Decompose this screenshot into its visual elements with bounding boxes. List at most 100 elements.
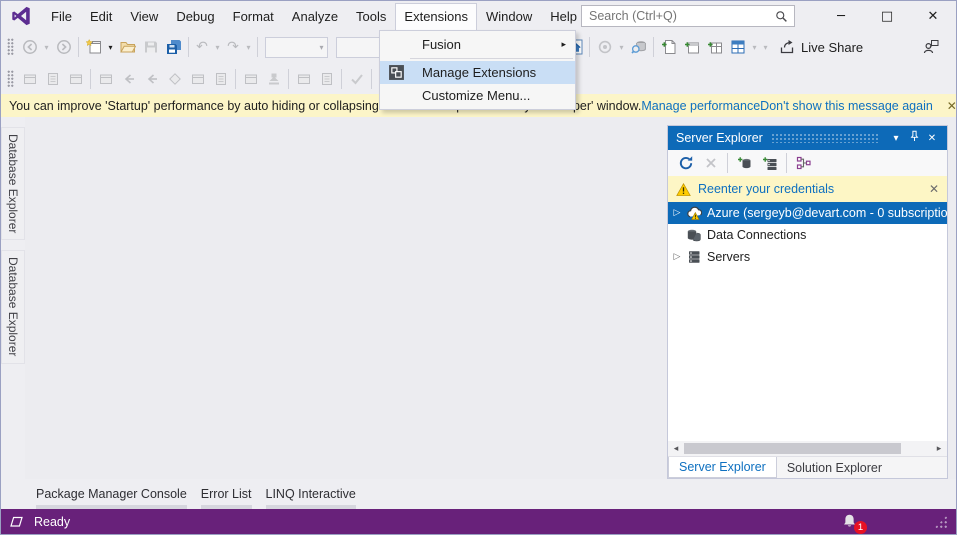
database-explorer-tab-1[interactable]: Database Explorer <box>1 127 25 241</box>
scrollbar-thumb[interactable] <box>684 443 902 454</box>
toolbar-separator <box>235 68 236 89</box>
send-feedback-button[interactable] <box>919 36 942 59</box>
navigate-backward-button <box>117 67 140 90</box>
tree-empty-area <box>668 268 947 441</box>
menu-debug[interactable]: Debug <box>167 4 223 29</box>
resize-grip[interactable] <box>934 514 948 529</box>
add-new-table-button[interactable] <box>703 36 726 59</box>
manage-performance-link[interactable]: Manage performance <box>641 99 760 113</box>
stamp-button <box>262 67 285 90</box>
toolbar-options-caret-icon[interactable]: ▾ <box>749 43 760 52</box>
scroll-right-icon[interactable]: ▸ <box>931 444 947 454</box>
menu-analyze[interactable]: Analyze <box>283 4 347 29</box>
undo-caret-icon: ▾ <box>215 42 220 52</box>
tab-solution-explorer[interactable]: Solution Explorer <box>777 457 892 478</box>
visual-studio-logo-icon <box>10 5 32 27</box>
new-project-caret-icon[interactable]: ▾ <box>105 43 116 52</box>
tree-item-label: Servers <box>707 250 751 264</box>
info-bar-close-icon[interactable]: ✕ <box>947 99 956 113</box>
menu-item-label: Manage Extensions <box>422 65 537 80</box>
toolbar-separator <box>653 37 654 57</box>
maximize-button[interactable]: □ <box>864 1 910 31</box>
menu-tools[interactable]: Tools <box>347 4 395 29</box>
connect-to-server-button[interactable] <box>758 152 781 175</box>
toolbar-separator <box>257 37 258 57</box>
dont-show-again-link[interactable]: Don't show this message again <box>760 99 933 113</box>
paste-button <box>64 67 87 90</box>
left-tool-window-tabs: Database Explorer Database Explorer <box>1 117 25 479</box>
solution-configurations-combobox[interactable]: ▾ <box>265 36 328 58</box>
notifications-button[interactable]: 1 <box>842 513 867 534</box>
live-share-button[interactable]: Live Share <box>771 35 871 59</box>
tree-item-azure[interactable]: ▷ Azure (sergeyb@devart.com - 0 subscrip… <box>668 202 947 224</box>
redo-caret-icon: ▾ <box>246 42 251 52</box>
search-icon <box>775 10 788 23</box>
extensions-dropdown-menu: Fusion ▸ Manage Extensions Customize Men… <box>379 30 576 110</box>
toolbar-drag-grip[interactable] <box>7 69 14 88</box>
server-explorer-header[interactable]: Server Explorer ▾ ✕ <box>668 126 947 150</box>
close-window-button[interactable]: ✕ <box>910 1 956 31</box>
add-new-item-button[interactable] <box>657 36 680 59</box>
expander-icon[interactable]: ▷ <box>668 208 686 218</box>
schema-compare-button <box>18 67 41 90</box>
new-project-button[interactable] <box>82 36 105 59</box>
bottom-tool-window-tabs: Package Manager Console Error List LINQ … <box>1 481 956 512</box>
live-share-label: Live Share <box>801 39 864 55</box>
menu-format[interactable]: Format <box>224 4 283 29</box>
redo-button: ↷ <box>227 39 239 55</box>
tab-server-explorer[interactable]: Server Explorer <box>668 457 777 478</box>
menu-view[interactable]: View <box>121 4 167 29</box>
tab-label: Error List <box>200 487 252 501</box>
expander-icon[interactable]: ▷ <box>668 252 686 262</box>
toolbar-drag-grip[interactable] <box>7 38 14 56</box>
submenu-arrow-icon: ▸ <box>561 39 566 50</box>
scrollbar-track[interactable] <box>684 443 931 454</box>
menu-file[interactable]: File <box>42 4 81 29</box>
toolbar-options-caret-icon[interactable]: ▾ <box>616 43 627 52</box>
tab-label: LINQ Interactive <box>265 487 356 501</box>
split-window-button <box>209 67 232 90</box>
toolbar-separator <box>90 68 91 89</box>
database-explorer-tab-2[interactable]: Database Explorer <box>1 250 25 364</box>
horizontal-scrollbar[interactable]: ◂ ▸ <box>668 441 947 456</box>
menu-item-manage-extensions[interactable]: Manage Extensions <box>380 61 575 84</box>
scroll-left-icon[interactable]: ◂ <box>668 444 684 454</box>
table-view-button[interactable] <box>726 36 749 59</box>
sql-server-object-explorer-button[interactable] <box>792 152 815 175</box>
data-connections-icon <box>686 227 702 243</box>
toolbar-separator <box>78 37 79 57</box>
menu-separator <box>410 58 573 59</box>
window-position-caret-icon[interactable]: ▾ <box>887 133 905 144</box>
reenter-credentials-link[interactable]: Reenter your credentials <box>698 182 922 196</box>
tree-item-data-connections[interactable]: Data Connections <box>668 224 947 246</box>
navigate-back-button <box>18 36 41 59</box>
menu-item-fusion[interactable]: Fusion ▸ <box>380 33 575 56</box>
toolbar-options-caret-icon[interactable]: ▾ <box>760 43 771 52</box>
find-in-database-button[interactable] <box>627 36 650 59</box>
menu-window[interactable]: Window <box>477 4 541 29</box>
windows-button <box>292 67 315 90</box>
manage-extensions-icon <box>388 64 405 81</box>
menu-edit[interactable]: Edit <box>81 4 121 29</box>
new-window-button <box>94 67 117 90</box>
menu-extensions[interactable]: Extensions <box>395 2 477 30</box>
open-file-button[interactable] <box>116 36 139 59</box>
panel-close-icon[interactable]: ✕ <box>923 133 941 144</box>
menu-help[interactable]: Help <box>541 4 586 29</box>
tree-item-servers[interactable]: ▷ Servers <box>668 246 947 268</box>
toolbar-separator <box>371 68 372 89</box>
menu-item-customize-menu[interactable]: Customize Menu... <box>380 84 575 107</box>
save-all-button[interactable] <box>162 36 185 59</box>
add-new-project-button[interactable] <box>680 36 703 59</box>
panel-bottom-tabs: Server Explorer Solution Explorer <box>668 456 947 478</box>
quick-search-box[interactable] <box>581 5 795 27</box>
panel-header-texture <box>770 133 879 143</box>
window-layout-button <box>186 67 209 90</box>
auto-hide-pin-icon[interactable] <box>905 130 923 146</box>
tree-item-label: Azure (sergeyb@devart.com - 0 subscripti… <box>707 206 947 220</box>
search-input[interactable] <box>582 9 775 23</box>
refresh-button[interactable] <box>674 152 697 175</box>
minimize-button[interactable]: ─ <box>818 1 864 31</box>
warning-close-icon[interactable]: ✕ <box>929 182 939 196</box>
connect-to-database-button[interactable] <box>733 152 756 175</box>
